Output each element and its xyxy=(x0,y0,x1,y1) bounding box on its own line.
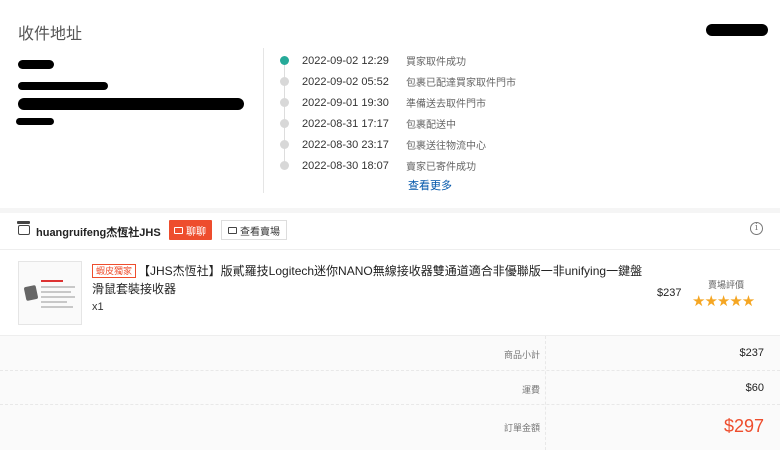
shop-icon xyxy=(17,221,30,235)
rate-shop-label: 賣場評價 xyxy=(708,280,745,290)
product-title[interactable]: 【JHS杰恆社】版貳羅技Logitech迷你NANO無線接收器雙通道適合非優聯版… xyxy=(92,262,647,298)
timeline-dot xyxy=(280,161,289,170)
redacted-recipient-name xyxy=(18,60,54,69)
timeline-time: 2022-09-01 19:30 xyxy=(302,96,389,109)
timeline-entry: 2022-09-01 19:30 準備送去取件門市 xyxy=(276,92,576,113)
shop-header: huangruifeng杰恆社JHS 聊聊 查看賣場 i xyxy=(0,218,780,244)
redacted-phone xyxy=(18,82,108,90)
timeline-time: 2022-09-02 12:29 xyxy=(302,54,389,67)
exclusive-badge: 蝦皮獨家 xyxy=(92,264,137,278)
redacted-top-right xyxy=(706,24,768,36)
view-shop-label: 查看賣場 xyxy=(240,226,280,238)
subtotal-value: $237 xyxy=(739,347,764,359)
timeline-time: 2022-08-31 17:17 xyxy=(302,117,389,130)
shipping-value: $60 xyxy=(745,382,764,394)
tracking-timeline: 2022-09-02 12:29 買家取件成功 2022-09-02 05:52 包裹… xyxy=(276,50,576,192)
order-summary: 商品小計 $237 運費 $60 訂單金額 $297 xyxy=(0,336,780,450)
address-title: 收件地址 xyxy=(18,26,83,43)
timeline-dot xyxy=(280,98,289,107)
redacted-address-line xyxy=(18,98,244,110)
shipping-row: 運費 $60 xyxy=(0,370,780,404)
timeline-status: 賣家已寄件成功 xyxy=(406,162,476,173)
product-price: $237 xyxy=(657,287,682,299)
store-icon xyxy=(228,226,237,234)
product-thumbnail[interactable] xyxy=(18,261,82,325)
address-divider xyxy=(263,48,264,193)
timeline-status: 準備送去取件門市 xyxy=(406,99,486,110)
chat-icon xyxy=(174,226,183,234)
timeline-entry: 2022-09-02 05:52 包裹已配達買家取件門市 xyxy=(276,71,576,92)
timeline-dot xyxy=(280,119,289,128)
total-label: 訂單金額 xyxy=(503,423,540,433)
subtotal-row: 商品小計 $237 xyxy=(0,336,780,370)
view-shop-button[interactable]: 查看賣場 xyxy=(221,220,287,240)
timeline-entry: 2022-09-02 12:29 買家取件成功 xyxy=(276,50,576,71)
shop-divider xyxy=(0,249,780,250)
subtotal-label: 商品小計 xyxy=(503,350,540,360)
chat-button-label: 聊聊 xyxy=(186,226,206,238)
timeline-status: 包裹已配達買家取件門市 xyxy=(406,78,516,89)
total-value: $297 xyxy=(723,416,764,436)
chat-button[interactable]: 聊聊 xyxy=(169,220,212,240)
timeline-status: 包裹配送中 xyxy=(406,120,456,131)
see-more-link[interactable]: 查看更多 xyxy=(408,177,452,193)
shipping-label: 運費 xyxy=(521,385,540,395)
product-quantity: x1 xyxy=(92,301,104,313)
timeline-dot xyxy=(280,56,289,65)
rating-stars[interactable]: ★★★★★ xyxy=(692,292,755,310)
timeline-time: 2022-08-30 23:17 xyxy=(302,138,389,151)
timeline-dot xyxy=(280,140,289,149)
timeline-status: 買家取件成功 xyxy=(406,57,466,68)
receiver-image xyxy=(23,284,39,302)
shop-name[interactable]: huangruifeng杰恆社JHS xyxy=(36,224,161,240)
timeline-entry: 2022-08-30 18:07 賣家已寄件成功 xyxy=(276,155,576,176)
timeline-status: 包裹送往物流中心 xyxy=(406,141,486,152)
timeline-entry: 2022-08-30 23:17 包裹送往物流中心 xyxy=(276,134,576,155)
timeline-entry: 2022-08-31 17:17 包裹配送中 xyxy=(276,113,576,134)
total-row: 訂單金額 $297 xyxy=(0,404,780,450)
timeline-dot xyxy=(280,77,289,86)
section-gap xyxy=(0,208,780,213)
timeline-time: 2022-08-30 18:07 xyxy=(302,159,389,172)
info-icon[interactable]: i xyxy=(750,222,763,235)
timeline-time: 2022-09-02 05:52 xyxy=(302,75,389,88)
redacted-address-line-2 xyxy=(16,118,54,125)
